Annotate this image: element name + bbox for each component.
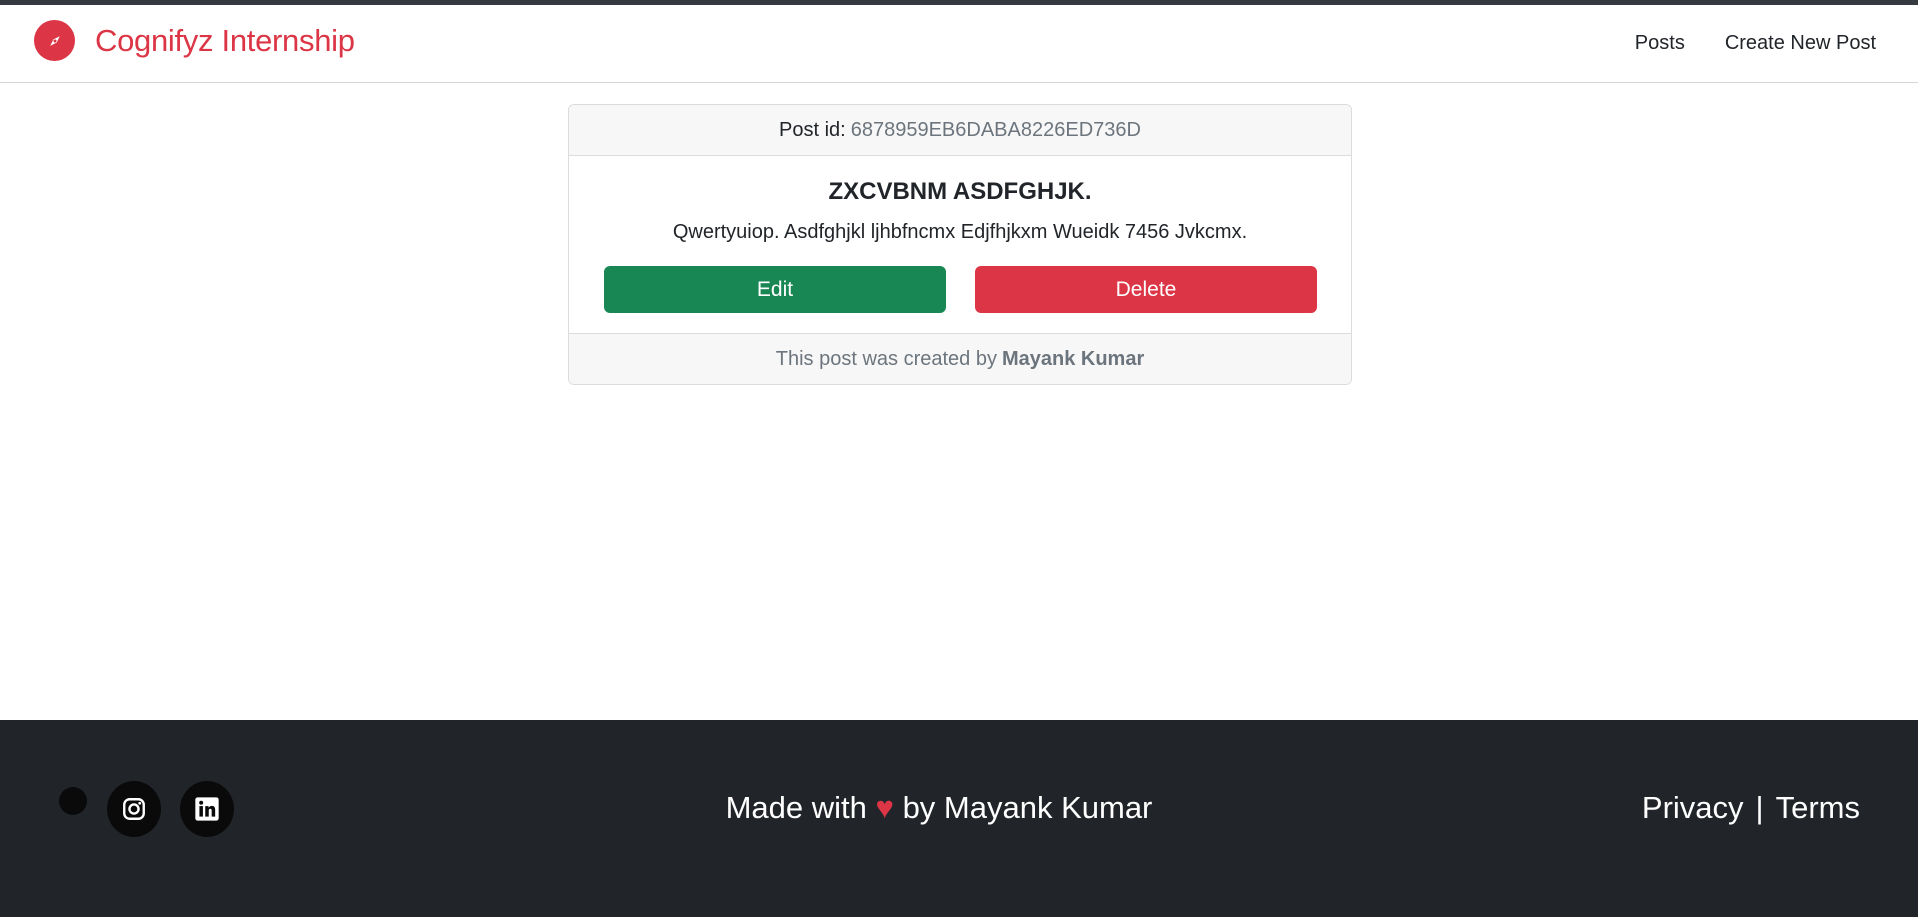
post-card: Post id: 6878959EB6DABA8226ED736D ZXCVBN… bbox=[568, 104, 1352, 385]
terms-link[interactable]: Terms bbox=[1776, 790, 1860, 826]
navbar: Cognifyz Internship Posts Create New Pos… bbox=[0, 5, 1918, 83]
nav-link-posts[interactable]: Posts bbox=[1635, 32, 1685, 55]
post-author: Mayank Kumar bbox=[1001, 348, 1145, 370]
post-card-body: ZXCVBNM ASDFGHJK. Qwertyuiop. Asdfghjkl … bbox=[569, 156, 1351, 334]
brand-link[interactable]: Cognifyz Internship bbox=[34, 20, 355, 61]
post-title: ZXCVBNM ASDFGHJK. bbox=[828, 178, 1092, 205]
post-id-label: Post id: bbox=[779, 118, 846, 141]
post-card-footer: This post was created by Mayank Kumar bbox=[569, 334, 1351, 384]
made-with-prefix: Made with bbox=[725, 790, 867, 825]
edit-button[interactable]: Edit bbox=[604, 266, 946, 313]
legal-links: Privacy | Terms bbox=[1642, 790, 1860, 826]
made-with-suffix: by Mayank Kumar bbox=[902, 790, 1153, 825]
post-body: Qwertyuiop. Asdfghjkl ljhbfncmx Edjfhjkx… bbox=[672, 221, 1248, 243]
brand-name: Cognifyz Internship bbox=[95, 22, 355, 58]
heart-icon: ♥ bbox=[875, 790, 894, 825]
post-card-header: Post id: 6878959EB6DABA8226ED736D bbox=[569, 105, 1351, 156]
privacy-link[interactable]: Privacy bbox=[1642, 790, 1744, 826]
post-id-value: 6878959EB6DABA8226ED736D bbox=[850, 118, 1141, 141]
legal-separator: | bbox=[1755, 790, 1764, 825]
made-with-text: Made with ♥ by Mayank Kumar bbox=[0, 790, 1878, 826]
delete-button[interactable]: Delete bbox=[975, 266, 1317, 313]
compass-icon bbox=[34, 20, 75, 61]
nav-link-create-new-post[interactable]: Create New Post bbox=[1725, 32, 1876, 55]
nav-links: Posts Create New Post bbox=[1635, 32, 1876, 55]
post-created-by-label: This post was created by bbox=[775, 348, 997, 370]
